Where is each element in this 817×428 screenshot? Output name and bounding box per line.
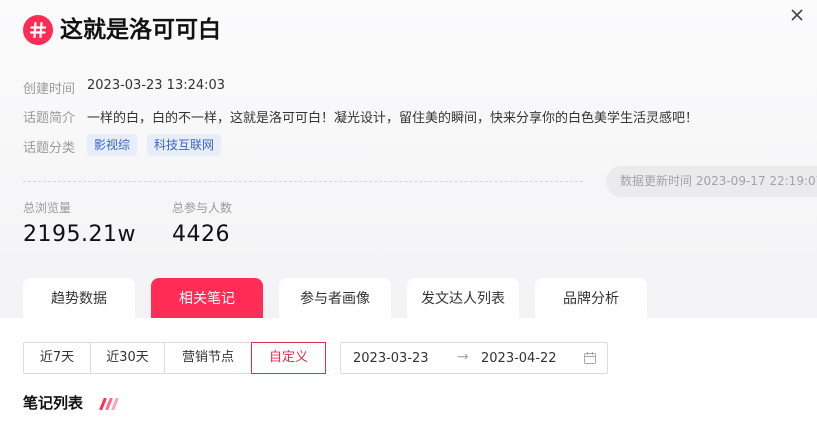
tab-participant-profile[interactable]: 参与者画像	[279, 278, 391, 320]
close-icon[interactable]	[788, 6, 806, 24]
date-range-picker[interactable]: 2023-03-23 → 2023-04-22	[340, 342, 608, 374]
tab-creator-list[interactable]: 发文达人列表	[407, 278, 519, 320]
stat-participants-label: 总参与人数	[172, 201, 233, 215]
stripes-icon	[99, 398, 119, 410]
page-title: 这就是洛可可白	[60, 17, 221, 43]
tab-related-notes[interactable]: 相关笔记	[151, 278, 263, 320]
category-tag[interactable]: 科技互联网	[147, 134, 222, 156]
topic-header	[0, 0, 817, 318]
stat-views-label: 总浏览量	[23, 201, 72, 215]
created-label: 创建时间	[23, 82, 76, 97]
date-separator: →	[457, 349, 469, 365]
range-7-days-button[interactable]: 近7天	[23, 342, 91, 374]
divider	[23, 181, 583, 182]
hashtag-icon	[23, 15, 53, 45]
date-range-selector: 近7天 近30天 营销节点 自定义	[23, 342, 326, 374]
range-30-days-button[interactable]: 近30天	[90, 342, 165, 374]
section-title: 笔记列表	[23, 394, 84, 412]
range-custom-button[interactable]: 自定义	[251, 342, 326, 374]
date-end-input[interactable]: 2023-04-22	[481, 351, 557, 366]
intro-value: 一样的白，白的不一样，这就是洛可可白！凝光设计，留住美的瞬间，快来分享你的白色美…	[87, 111, 699, 126]
tab-trend-data[interactable]: 趋势数据	[23, 278, 135, 320]
category-tag[interactable]: 影视综	[87, 134, 138, 156]
update-time-badge: 数据更新时间 2023-09-17 22:19:07	[606, 166, 817, 197]
stat-views-value: 2195.21w	[23, 222, 136, 247]
category-label: 话题分类	[23, 141, 76, 156]
intro-label: 话题简介	[23, 111, 76, 126]
range-marketing-button[interactable]: 营销节点	[164, 342, 252, 374]
date-start-input[interactable]: 2023-03-23	[353, 351, 429, 366]
tab-brand-analysis[interactable]: 品牌分析	[535, 278, 647, 320]
created-value: 2023-03-23 13:24:03	[87, 78, 226, 93]
calendar-icon[interactable]	[583, 351, 597, 365]
stat-participants-value: 4426	[172, 222, 230, 247]
